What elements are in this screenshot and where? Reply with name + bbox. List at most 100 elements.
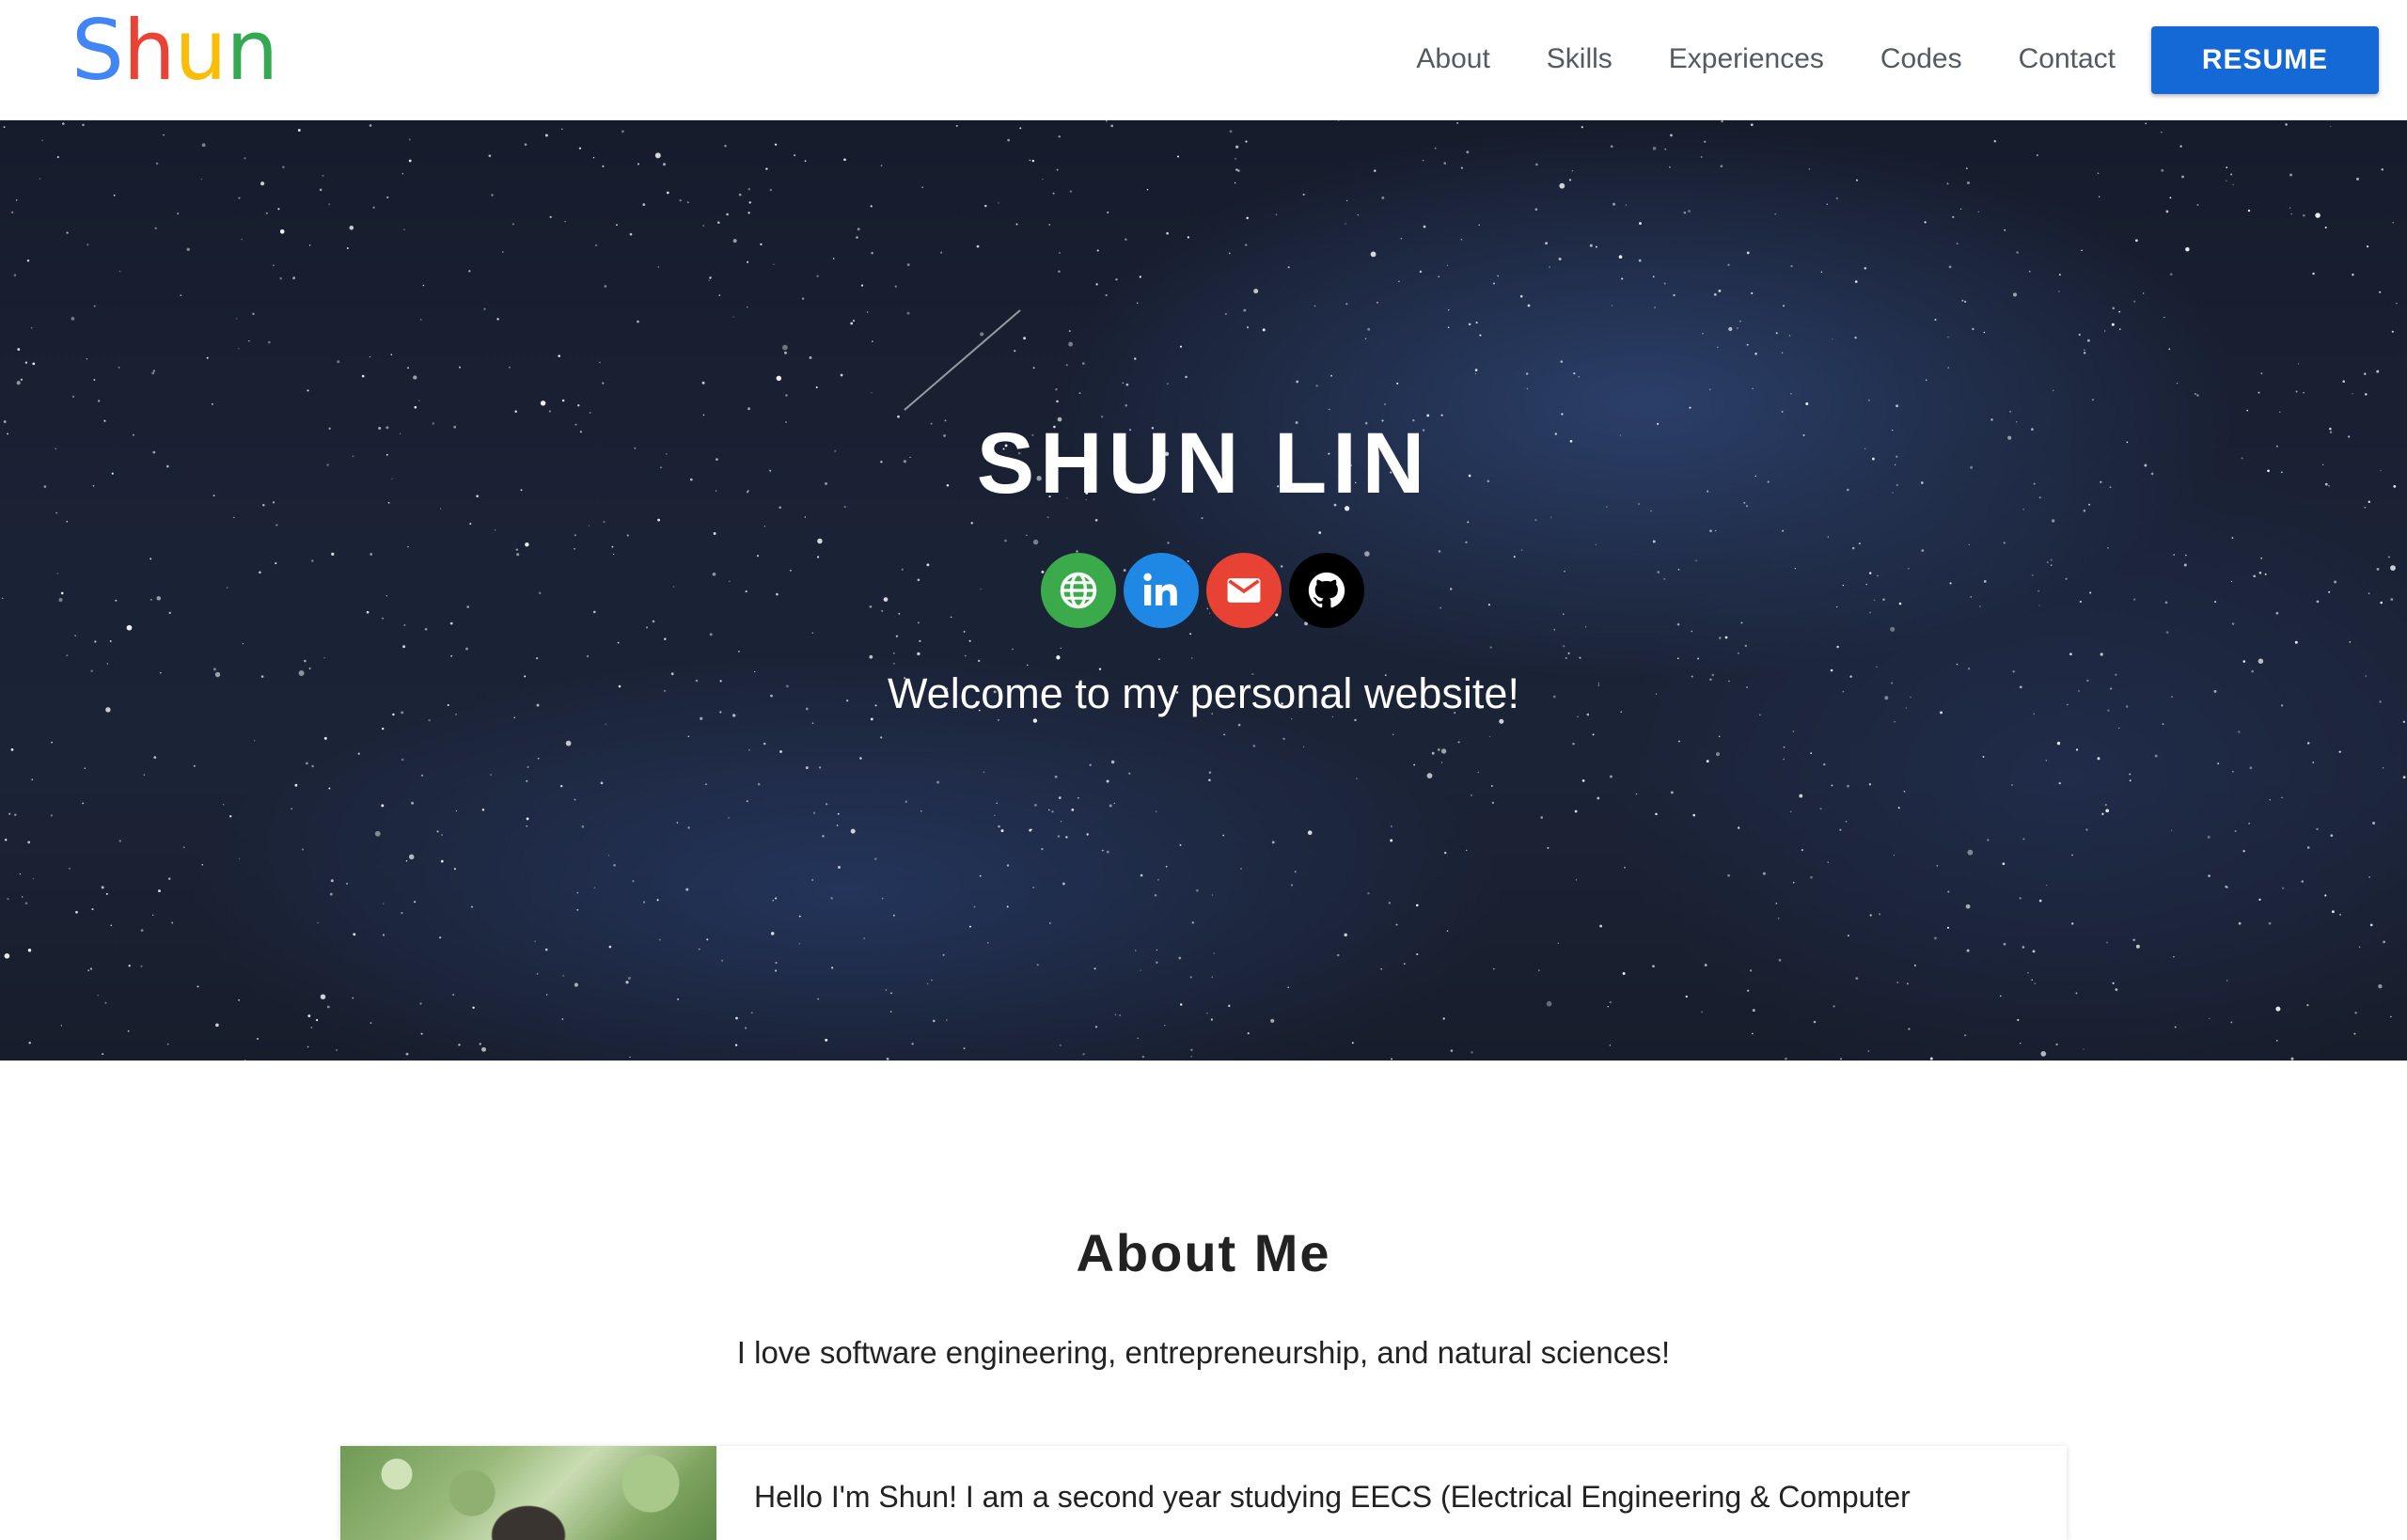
star [19,872,22,875]
star [1752,1032,1754,1035]
star [1416,904,1419,907]
nav-link-contact[interactable]: Contact [2019,43,2116,75]
star [1952,215,1955,219]
star [2306,742,2310,745]
social-links [1041,553,1372,628]
star [544,948,548,951]
star [408,854,415,860]
star [685,888,689,891]
resume-button[interactable]: RESUME [2151,26,2379,94]
star [830,897,833,900]
star [2234,829,2237,833]
star [155,162,159,165]
star [496,318,499,321]
star [772,899,775,902]
star [279,276,283,280]
star [2103,330,2106,332]
star [491,194,494,196]
star [2387,556,2390,558]
star [156,596,162,601]
star [177,212,180,215]
star [1906,982,1909,985]
star [56,156,59,159]
star [1048,224,1050,226]
star [702,225,705,227]
star [535,656,539,660]
star [2258,898,2261,902]
star [154,227,157,229]
star [166,1043,169,1045]
star [785,394,788,397]
star [1416,952,1419,956]
star [1224,312,1228,316]
star [1187,236,1190,239]
email-link[interactable] [1206,553,1282,628]
star [1055,388,1058,391]
star [1190,1048,1193,1051]
star [1581,779,1585,782]
star [1855,977,1859,980]
star [1673,293,1675,297]
star [414,405,417,409]
nav-link-skills[interactable]: Skills [1547,43,1613,75]
star [2037,154,2038,156]
star [2145,122,2147,125]
star [414,901,417,904]
website-link[interactable] [1041,553,1116,628]
star [831,966,834,969]
star [24,902,28,904]
star [2281,796,2283,799]
star [890,992,892,995]
linkedin-link[interactable] [1124,553,1199,628]
star [385,595,387,597]
nav-link-about[interactable]: About [1416,43,1489,75]
star [2301,880,2304,883]
star [2105,809,2110,813]
star [1683,211,1687,214]
star [1065,364,1068,367]
star [1652,540,1656,543]
star [1557,942,1559,944]
star [1589,244,1593,247]
star [1398,280,1400,282]
star [562,975,564,977]
star [1775,903,1778,904]
star [2231,537,2234,539]
star [1713,292,1717,296]
star [1609,1000,1612,1004]
site-logo[interactable]: S h u n [71,4,278,98]
star [481,1046,486,1052]
nav-link-experiences[interactable]: Experiences [1669,43,1824,75]
star [369,124,372,127]
star [1068,341,1074,347]
star [1110,124,1114,128]
star [1537,969,1540,972]
star [804,160,807,163]
star [526,817,529,821]
star [1783,746,1786,748]
star [1447,326,1450,329]
github-link[interactable] [1289,553,1364,628]
star [621,130,624,134]
star [561,399,565,402]
star [775,962,778,965]
star [143,774,146,776]
star [118,367,120,369]
star [488,154,492,158]
star [441,834,443,836]
star [1466,150,1470,154]
star [1057,835,1061,838]
star [561,128,563,131]
star [942,953,945,956]
star [41,139,43,141]
star [418,400,420,401]
star [115,599,118,602]
star [1663,282,1666,285]
star [652,620,655,623]
star [776,592,779,596]
star [328,203,331,206]
nav-link-codes[interactable]: Codes [1880,43,1962,75]
star [1581,126,1583,129]
star [617,641,620,644]
star [1819,808,1822,810]
